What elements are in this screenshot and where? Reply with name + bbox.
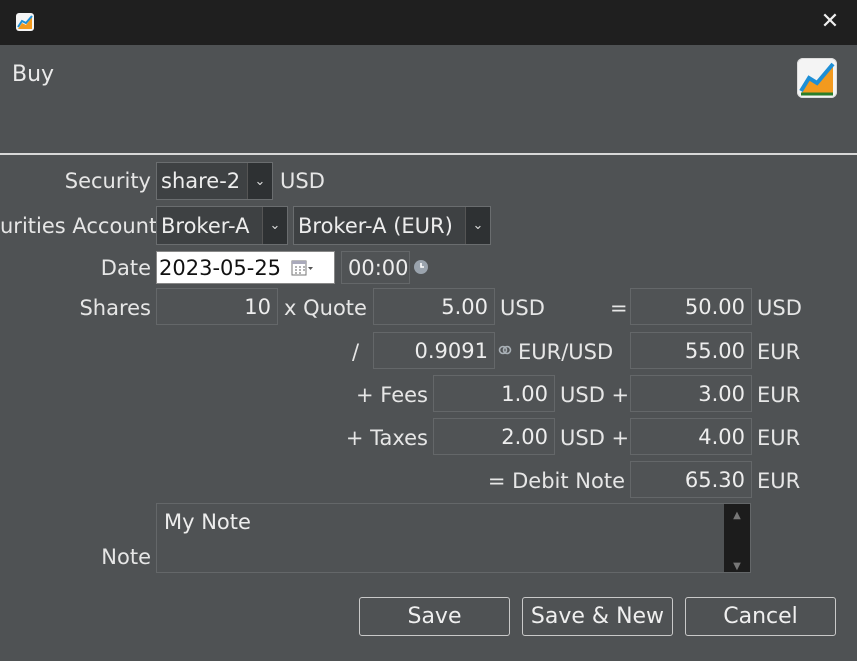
chevron-down-icon[interactable]: ⌄	[247, 163, 272, 199]
currency-pair: EUR/USD	[518, 340, 614, 364]
header-separator	[0, 153, 857, 155]
exchange-rate-input[interactable]: 0.9091	[373, 332, 495, 369]
security-value: share-2	[161, 169, 241, 193]
note-textarea[interactable]: My Note ▲ ▼	[156, 503, 751, 573]
date-picker[interactable]: 2023-05-25	[156, 251, 335, 284]
gross-currency: USD	[757, 296, 802, 320]
x-quote-label: x Quote	[284, 296, 367, 320]
securities-account-select[interactable]: Broker-A ⌄	[156, 206, 288, 245]
time-input[interactable]: 00:00	[341, 251, 410, 284]
app-chart-icon	[16, 13, 34, 31]
save-and-new-button[interactable]: Save & New	[522, 597, 673, 636]
dialog-header	[0, 45, 857, 153]
note-text: My Note	[164, 510, 251, 534]
quote-currency: USD	[500, 296, 545, 320]
securities-account-value: Broker-A	[161, 213, 250, 238]
scroll-down-icon[interactable]: ▼	[724, 561, 750, 572]
save-button[interactable]: Save	[359, 597, 510, 636]
cash-account-value: Broker-A (EUR)	[298, 213, 453, 238]
note-scrollbar[interactable]: ▲ ▼	[724, 504, 750, 572]
equals-sign: =	[610, 296, 628, 320]
chevron-down-icon[interactable]: ⌄	[262, 207, 287, 244]
cancel-button[interactable]: Cancel	[685, 597, 836, 636]
shares-label: Shares	[79, 296, 151, 320]
fees-converted-input[interactable]: 3.00	[630, 375, 752, 412]
dialog-title: Buy	[12, 62, 55, 87]
security-label: Security	[64, 169, 151, 193]
fees-input[interactable]: 1.00	[433, 375, 555, 412]
close-icon[interactable]: ✕	[818, 10, 842, 34]
securities-account-label: urities Account	[0, 214, 158, 238]
calendar-icon[interactable]	[291, 259, 314, 277]
debit-note-input[interactable]: 65.30	[630, 461, 752, 498]
taxes-label: + Taxes	[345, 426, 428, 450]
taxes-input[interactable]: 2.00	[433, 418, 555, 455]
debit-note-label: = Debit Note	[487, 469, 625, 493]
taxes-converted-currency: EUR	[757, 426, 801, 450]
fees-currency-plus: USD +	[560, 383, 630, 407]
taxes-converted-input[interactable]: 4.00	[630, 418, 752, 455]
date-value: 2023-05-25	[159, 255, 282, 280]
divide-sign: /	[352, 340, 360, 364]
converted-currency: EUR	[757, 340, 801, 364]
note-label: Note	[101, 545, 151, 569]
security-currency: USD	[280, 169, 325, 193]
fees-label: + Fees	[356, 383, 428, 407]
link-icon[interactable]	[497, 342, 513, 362]
cash-account-select[interactable]: Broker-A (EUR) ⌄	[293, 206, 491, 245]
scroll-up-icon[interactable]: ▲	[724, 510, 750, 521]
converted-value-input[interactable]: 55.00	[630, 332, 752, 369]
portfolio-chart-icon	[797, 58, 837, 98]
buy-dialog: ✕ Buy Security share-2 ⌄ USD urities Acc…	[0, 0, 857, 661]
gross-value-input[interactable]: 50.00	[630, 288, 752, 325]
clock-icon[interactable]	[413, 259, 429, 279]
fees-converted-currency: EUR	[757, 383, 801, 407]
security-select[interactable]: share-2 ⌄	[156, 162, 273, 200]
taxes-currency-plus: USD +	[560, 426, 630, 450]
quote-input[interactable]: 5.00	[373, 288, 495, 325]
debit-note-currency: EUR	[757, 469, 801, 493]
shares-input[interactable]: 10	[156, 288, 278, 325]
date-label: Date	[100, 256, 151, 280]
chevron-down-icon[interactable]: ⌄	[465, 207, 490, 244]
title-bar: ✕	[0, 0, 857, 45]
